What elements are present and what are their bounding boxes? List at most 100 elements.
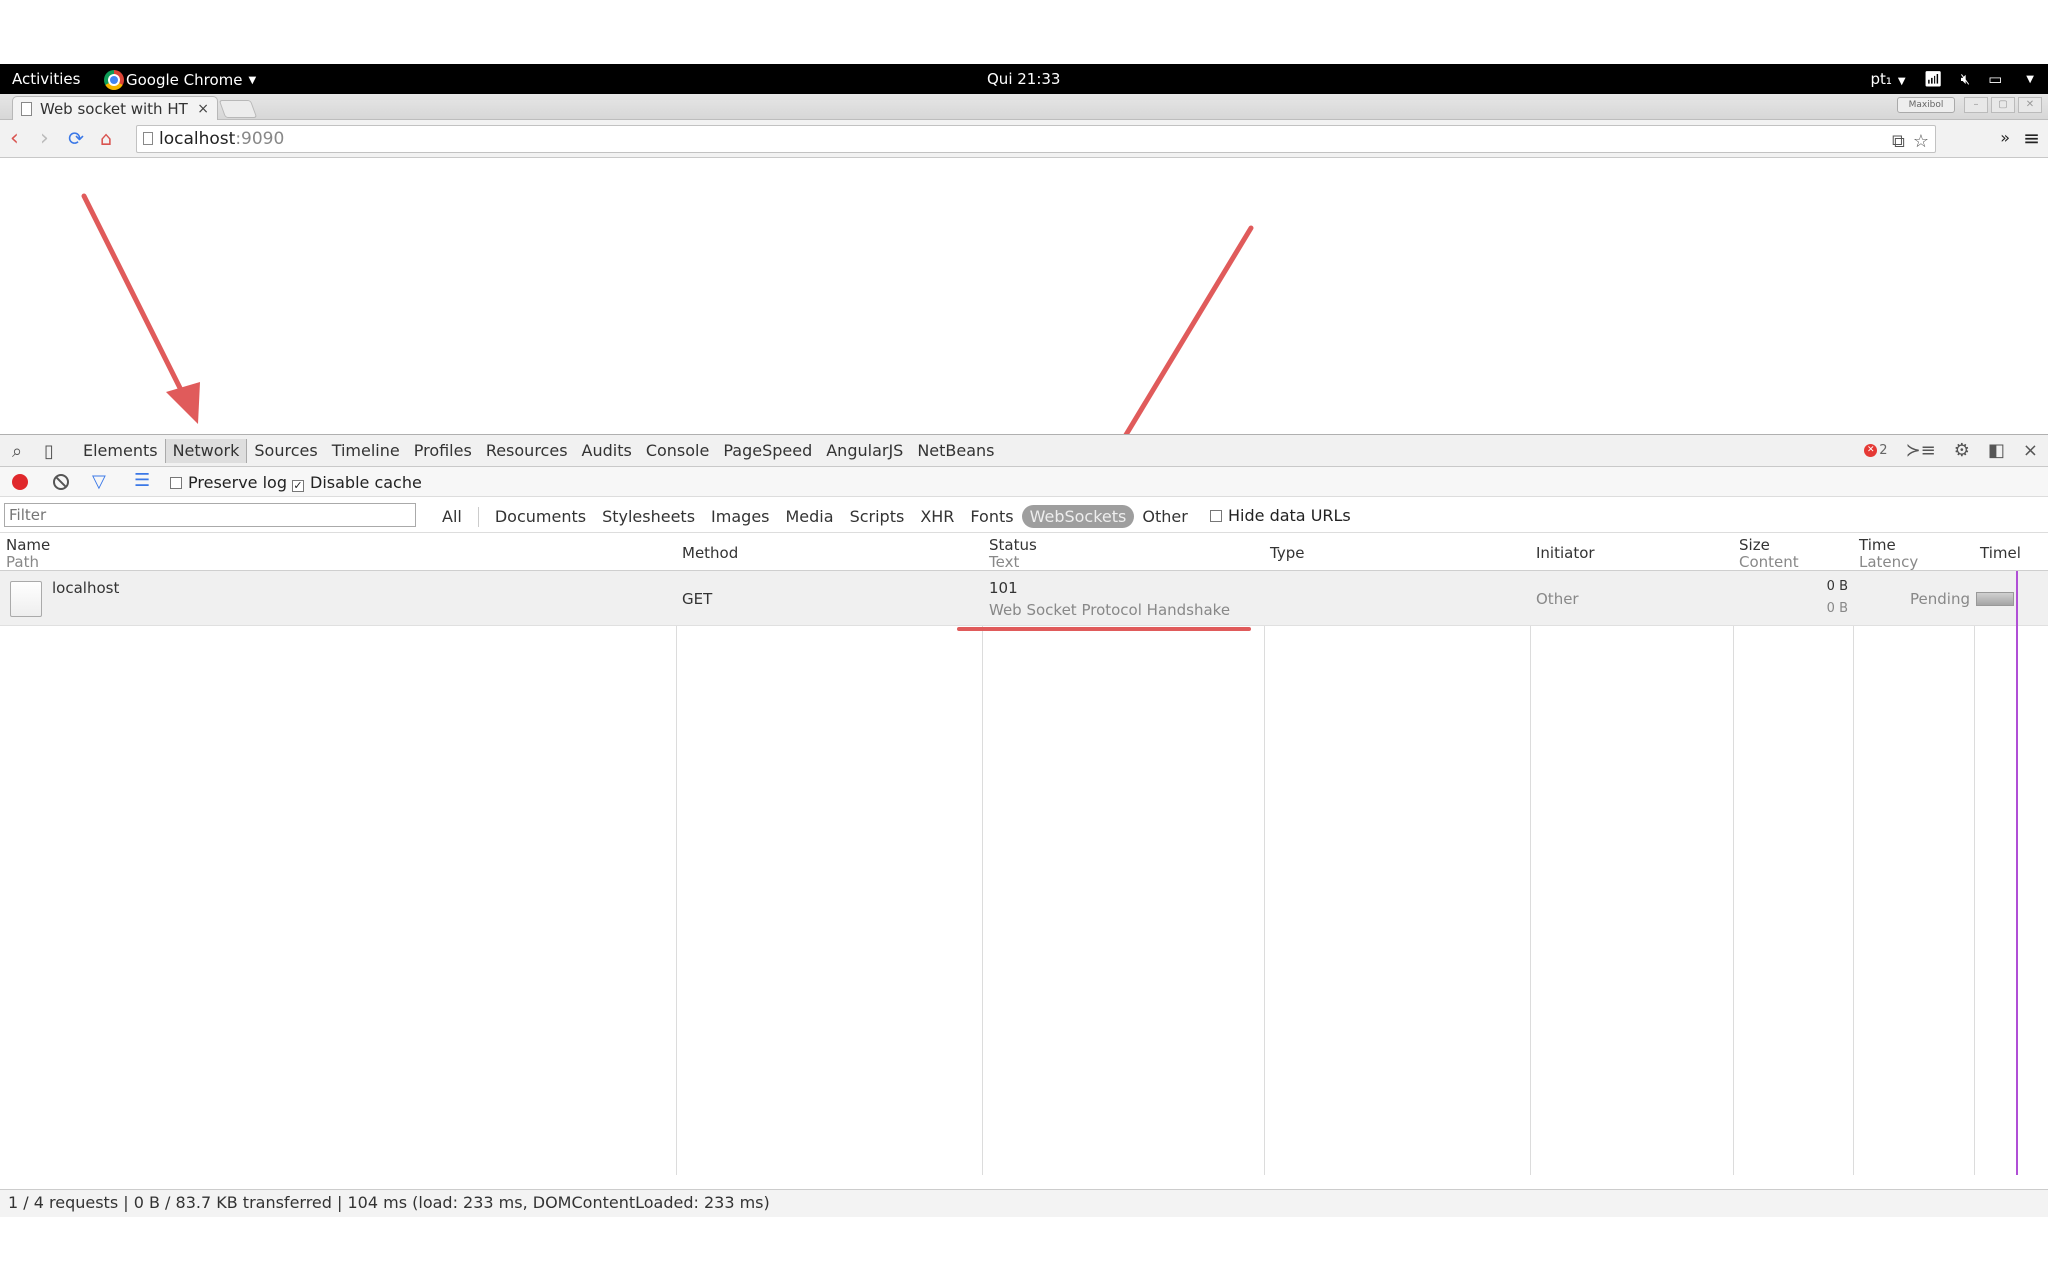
filter-funnel-icon[interactable]: ▽	[92, 471, 106, 492]
network-summary-bar: 1 / 4 requests | 0 B / 83.7 KB transferr…	[0, 1189, 2048, 1217]
devtools-close-icon[interactable]: ×	[2023, 440, 2038, 461]
column-header-size[interactable]: Size Content	[1739, 537, 1799, 571]
tab-close-icon[interactable]: ×	[197, 101, 209, 117]
checkbox-unchecked-icon[interactable]	[1210, 510, 1222, 522]
type-filter-websockets[interactable]: WebSockets	[1021, 505, 1135, 528]
column-divider[interactable]	[1853, 533, 1854, 1175]
resource-type-filters: All Documents Stylesheets Images Media S…	[434, 505, 1196, 528]
type-filter-xhr[interactable]: XHR	[912, 505, 962, 528]
type-filter-all[interactable]: All	[434, 505, 470, 528]
column-header-time[interactable]: Time Latency	[1859, 537, 1918, 571]
home-icon[interactable]: ⌂	[100, 128, 112, 150]
timeline-marker	[2016, 571, 2018, 1175]
network-filter-row: All Documents Stylesheets Images Media S…	[0, 497, 2048, 533]
type-filter-stylesheets[interactable]: Stylesheets	[594, 505, 703, 528]
tab-strip: Web socket with HT × Maxibol – ▢ ✕	[0, 94, 2048, 120]
devtools-actions: ✕ 2 ≻≡ ⚙ ◧ ×	[1864, 440, 2038, 461]
type-filter-other[interactable]: Other	[1134, 505, 1195, 528]
type-filter-media[interactable]: Media	[778, 505, 842, 528]
request-name[interactable]: localhost	[52, 579, 119, 597]
maximize-icon[interactable]: ▢	[1991, 97, 2015, 113]
type-filter-images[interactable]: Images	[703, 505, 777, 528]
column-divider[interactable]	[1530, 533, 1531, 1175]
error-icon: ✕	[1864, 444, 1878, 457]
type-filter-documents[interactable]: Documents	[487, 505, 594, 528]
type-filter-scripts[interactable]: Scripts	[842, 505, 913, 528]
preserve-log-checkbox[interactable]: Preserve log	[170, 473, 287, 492]
request-size: 0 B	[1826, 579, 1848, 594]
volume-icon[interactable]: 🔇︎	[1961, 70, 1970, 88]
checkbox-unchecked-icon[interactable]	[170, 477, 182, 489]
tab-audits[interactable]: Audits	[575, 439, 639, 463]
tab-pagespeed[interactable]: PageSpeed	[716, 439, 819, 463]
tab-netbeans[interactable]: NetBeans	[910, 439, 1001, 463]
column-divider[interactable]	[1264, 533, 1265, 1175]
column-divider[interactable]	[1733, 533, 1734, 1175]
tab-timeline[interactable]: Timeline	[325, 439, 407, 463]
new-tab-button[interactable]	[218, 100, 258, 118]
page-icon	[21, 101, 32, 116]
forward-icon[interactable]: ›	[40, 128, 49, 150]
column-header-type[interactable]: Type	[1270, 545, 1304, 562]
hide-data-urls-checkbox[interactable]: Hide data URLs	[1210, 506, 1351, 525]
url-host: localhost	[159, 129, 236, 149]
chrome-menu-icon[interactable]: ≡	[2023, 126, 2040, 150]
column-divider[interactable]	[676, 533, 677, 1175]
activities-button[interactable]: Activities	[12, 70, 80, 88]
column-header-initiator[interactable]: Initiator	[1536, 545, 1595, 562]
type-filter-fonts[interactable]: Fonts	[962, 505, 1021, 528]
document-icon	[10, 581, 42, 617]
page-action-icon[interactable]: ⧉	[1892, 129, 1905, 155]
checkbox-checked-icon[interactable]: ✓	[292, 480, 304, 492]
profile-button[interactable]: Maxibol	[1897, 97, 1955, 113]
devtools-tabs: Elements Network Sources Timeline Profil…	[76, 435, 1002, 467]
back-icon[interactable]: ‹	[10, 128, 19, 150]
device-mode-icon[interactable]: ▯	[44, 441, 54, 462]
inspect-search-icon[interactable]: ⌕	[12, 441, 22, 462]
wifi-icon[interactable]: 📶︎	[1924, 70, 1943, 88]
chrome-logo-icon	[104, 70, 124, 90]
tab-elements[interactable]: Elements	[76, 439, 165, 463]
column-header-timeline[interactable]: Timel	[1980, 545, 2021, 562]
table-row[interactable]: localhost GET 101 Web Socket Protocol Ha…	[0, 571, 2048, 626]
dock-side-icon[interactable]: ◧	[1988, 440, 2005, 461]
battery-icon[interactable]: ▭	[1988, 70, 2002, 88]
tab-angularjs[interactable]: AngularJS	[819, 439, 910, 463]
minimize-icon[interactable]: –	[1964, 97, 1988, 113]
tab-sources[interactable]: Sources	[247, 439, 324, 463]
address-bar[interactable]: localhost:9090 ⧉ ☆	[136, 125, 1936, 153]
caret-down-icon[interactable]: ▼	[2026, 74, 2034, 85]
devtools-tab-bar: ⌕ ▯ Elements Network Sources Timeline Pr…	[0, 435, 2048, 467]
clear-icon[interactable]	[53, 474, 69, 490]
column-header-method[interactable]: Method	[682, 545, 738, 562]
tab-network[interactable]: Network	[164, 439, 248, 463]
error-count-badge[interactable]: ✕ 2	[1864, 443, 1888, 458]
clock[interactable]: Qui 21:33	[987, 70, 1060, 88]
tab-console[interactable]: Console	[639, 439, 717, 463]
record-icon[interactable]	[12, 474, 28, 490]
divider	[477, 506, 479, 527]
column-divider[interactable]	[1974, 533, 1975, 1175]
tab-resources[interactable]: Resources	[479, 439, 575, 463]
network-toolbar: ▽ ☰ Preserve log ✓ Disable cache	[0, 467, 2048, 497]
browser-tab[interactable]: Web socket with HT ×	[12, 96, 218, 120]
request-content-size: 0 B	[1826, 601, 1848, 616]
bookmark-star-icon[interactable]: ☆	[1913, 129, 1929, 155]
console-drawer-icon[interactable]: ≻≡	[1906, 440, 1936, 461]
close-window-icon[interactable]: ✕	[2018, 97, 2042, 113]
tab-profiles[interactable]: Profiles	[407, 439, 479, 463]
disable-cache-checkbox[interactable]: ✓ Disable cache	[292, 473, 422, 492]
column-header-name[interactable]: Name Path	[6, 537, 50, 571]
reload-icon[interactable]: ⟳	[68, 128, 84, 150]
language-indicator[interactable]: pt₁ ▼	[1870, 70, 1905, 88]
system-tray[interactable]: pt₁ ▼ 📶︎ 🔇︎ ▭ ▼	[1870, 70, 2034, 88]
column-header-status[interactable]: Status Text	[989, 537, 1037, 571]
settings-gear-icon[interactable]: ⚙	[1954, 440, 1970, 461]
request-status-text: Web Socket Protocol Handshake	[989, 601, 1231, 619]
list-view-icon[interactable]: ☰	[134, 470, 150, 491]
extensions-overflow-button[interactable]: »	[2000, 128, 2010, 147]
gnome-top-bar: Activities Google Chrome ▼ Qui 21:33 pt₁…	[0, 64, 2048, 94]
table-header: Name Path Method Status Text Type Initia…	[0, 533, 2048, 571]
app-menu[interactable]: Google Chrome ▼	[104, 70, 256, 90]
filter-input[interactable]	[4, 503, 416, 527]
